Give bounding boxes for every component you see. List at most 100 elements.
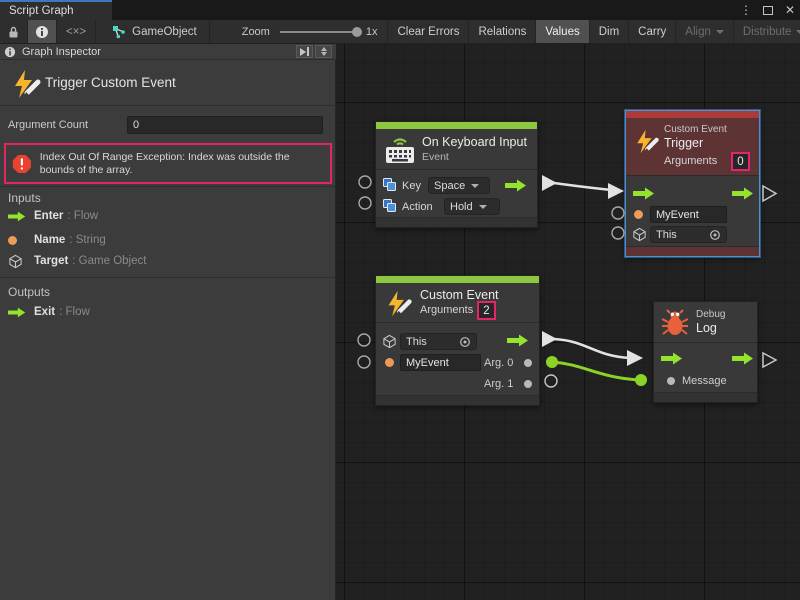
code-preview-button[interactable]: <×> xyxy=(57,20,96,43)
distribute-button[interactable]: Distribute xyxy=(734,20,800,43)
wire-source-port[interactable] xyxy=(542,175,557,191)
arg0-label: Arg. 0 xyxy=(484,357,513,369)
panel-reorder-button[interactable] xyxy=(315,45,332,58)
maximize-glyph xyxy=(763,6,773,15)
keyboard-action-port[interactable] xyxy=(359,197,371,209)
string-port-icon xyxy=(634,210,643,219)
maximize-icon[interactable] xyxy=(760,2,776,18)
cube-icon xyxy=(8,254,23,269)
arg1-port[interactable] xyxy=(524,380,532,388)
node-debug-log[interactable]: Debug Log Message xyxy=(653,301,758,403)
error-text: Index Out Of Range Exception: Index was … xyxy=(40,151,324,176)
node-trigger-custom-event[interactable]: Custom Event Trigger Arguments 0 MyEvent… xyxy=(625,110,760,257)
chevron-down-icon xyxy=(479,205,487,209)
node-custom-event[interactable]: Custom Event Arguments 2 This MyEvent Ar… xyxy=(375,275,540,406)
object-picker-icon xyxy=(459,336,471,348)
wire-keyboard-to-trigger xyxy=(554,183,612,190)
message-wire-port[interactable] xyxy=(635,374,647,386)
key-dropdown[interactable]: Space xyxy=(428,177,490,194)
node-color-bar xyxy=(376,122,537,129)
zoom-slider-handle[interactable] xyxy=(352,27,362,37)
port-type: : Flow xyxy=(67,210,98,222)
info-icon xyxy=(35,25,49,39)
flow-out-port[interactable] xyxy=(732,352,754,365)
customevent-name-port[interactable] xyxy=(358,356,370,368)
cube-icon xyxy=(632,227,647,242)
string-port-icon xyxy=(385,358,394,367)
zoom-label: Zoom xyxy=(242,26,270,38)
flow-out-port[interactable] xyxy=(505,179,527,192)
clear-errors-button[interactable]: Clear Errors xyxy=(388,20,469,43)
customevent-target-port[interactable] xyxy=(358,334,370,346)
zoom-value: 1x xyxy=(366,26,378,38)
debug-exit-port[interactable] xyxy=(763,353,776,367)
trigger-exit-port[interactable] xyxy=(763,186,776,201)
string-port-icon xyxy=(8,236,17,245)
graph-toolbar: <×> GameObject Zoom 1x Clear Errors Rela… xyxy=(0,20,800,44)
object-picker-icon xyxy=(709,229,721,241)
outputs-heading: Outputs xyxy=(8,285,50,299)
flow-out-port[interactable] xyxy=(732,187,754,200)
lock-button[interactable] xyxy=(0,20,28,43)
zoom-slider[interactable] xyxy=(280,31,358,33)
gameobject-selector[interactable]: GameObject xyxy=(96,20,210,43)
carry-button[interactable]: Carry xyxy=(629,20,676,43)
event-name-field[interactable]: MyEvent xyxy=(650,206,727,223)
target-dropdown[interactable]: This xyxy=(400,333,477,350)
values-button[interactable]: Values xyxy=(536,20,589,43)
inspector-toggle-button[interactable] xyxy=(28,20,57,43)
align-button[interactable]: Align xyxy=(676,20,734,43)
chevron-down-icon xyxy=(796,30,800,34)
node-color-bar xyxy=(376,276,539,283)
flow-in-port[interactable] xyxy=(661,352,683,365)
graph-inspector-panel: Graph Inspector Trigger Custom Event Arg… xyxy=(0,44,336,600)
port-name: Name xyxy=(34,234,65,246)
flow-in-port[interactable] xyxy=(633,187,655,200)
target-dropdown[interactable]: This xyxy=(650,226,727,243)
flow-arrow-icon xyxy=(8,211,26,222)
flow-out-port[interactable] xyxy=(507,334,529,347)
trigger-name-port[interactable] xyxy=(612,207,624,219)
arg0-port[interactable] xyxy=(524,359,532,367)
wire-arg0-to-message xyxy=(552,362,641,380)
node-on-keyboard-input[interactable]: On Keyboard Input Event Key Space Action… xyxy=(375,121,538,228)
input-row-target: Target : Game Object xyxy=(8,253,146,269)
dock-icon xyxy=(300,47,309,56)
trigger-target-port[interactable] xyxy=(612,227,624,239)
target-value: This xyxy=(656,229,677,241)
custom-event-icon xyxy=(10,68,42,100)
keycode-icon xyxy=(383,199,396,212)
arg0-wire-port[interactable] xyxy=(546,356,558,368)
node-title: Custom Event xyxy=(420,288,499,302)
wire-source-port[interactable] xyxy=(542,331,557,347)
wire-arrowhead xyxy=(608,183,624,199)
message-label: Message xyxy=(682,375,727,387)
node-category: Custom Event xyxy=(664,124,727,135)
keyboard-key-port[interactable] xyxy=(359,176,371,188)
flow-arrow-icon xyxy=(8,307,26,318)
arguments-count-box[interactable]: 2 xyxy=(477,301,496,320)
argument-count-input[interactable]: 0 xyxy=(127,116,323,134)
arguments-label: Arguments xyxy=(664,155,717,167)
arg1-label: Arg. 1 xyxy=(484,378,513,390)
arguments-count-box[interactable]: 0 xyxy=(731,152,750,171)
action-dropdown[interactable]: Hold xyxy=(444,198,500,215)
dim-button[interactable]: Dim xyxy=(590,20,629,43)
dock-toggle-button[interactable] xyxy=(296,45,313,58)
target-value: This xyxy=(406,336,427,348)
relations-button[interactable]: Relations xyxy=(469,20,536,43)
tab-script-graph[interactable]: Script Graph xyxy=(0,0,112,20)
argument-count-label: Argument Count xyxy=(8,119,88,131)
message-port[interactable] xyxy=(667,377,675,385)
event-name-field[interactable]: MyEvent xyxy=(400,354,481,371)
arg1-external-port[interactable] xyxy=(545,375,557,387)
title-bar: Script Graph ⋮ ✕ xyxy=(0,0,800,20)
wire-arrowhead xyxy=(627,350,643,366)
menu-icon[interactable]: ⋮ xyxy=(738,2,754,18)
port-type: : Flow xyxy=(59,306,90,318)
close-icon[interactable]: ✕ xyxy=(782,2,798,18)
node-footer xyxy=(626,246,759,256)
graph-canvas[interactable]: On Keyboard Input Event Key Space Action… xyxy=(336,44,800,600)
node-subtitle: Event xyxy=(422,151,449,163)
input-row-enter: Enter : Flow xyxy=(8,208,98,224)
